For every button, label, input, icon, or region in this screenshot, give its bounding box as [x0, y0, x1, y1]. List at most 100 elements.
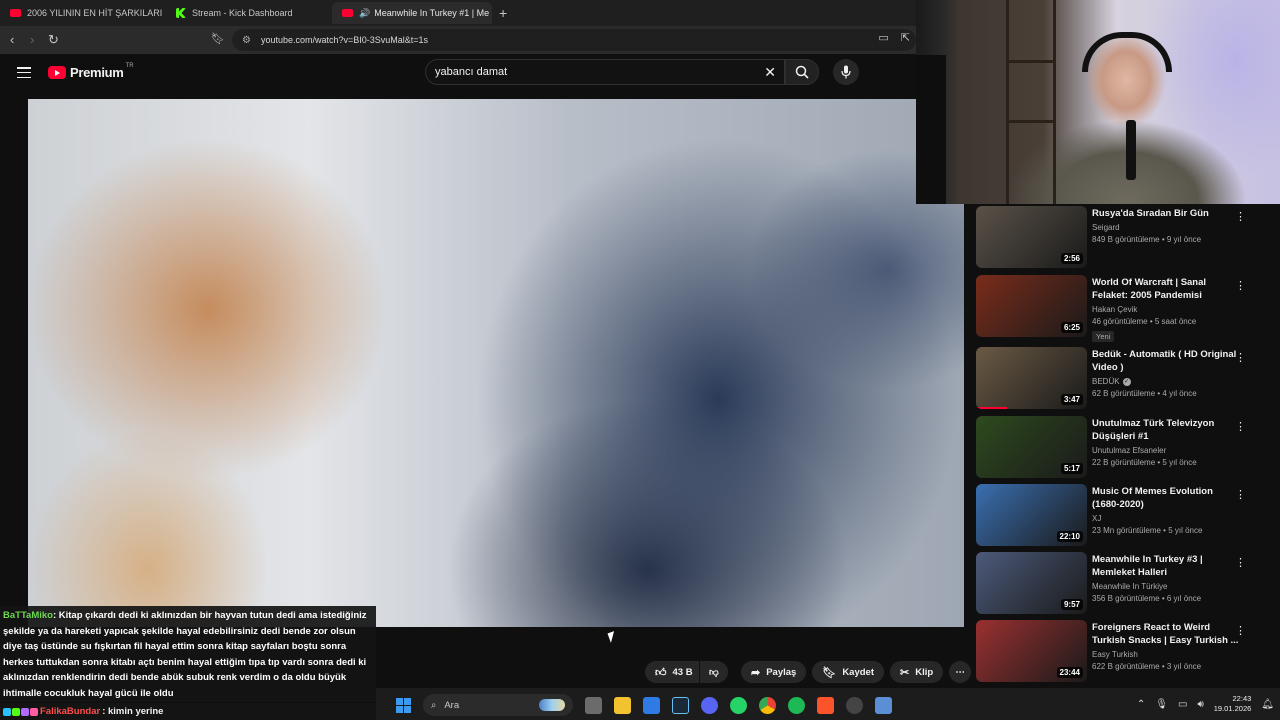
bookshelf: [1006, 0, 1056, 204]
reload-icon[interactable]: ↻: [48, 32, 59, 48]
recommendation-item[interactable]: 22:10 Music Of Memes Evolution (1680-202…: [976, 484, 1266, 548]
clock[interactable]: 22:43 19.01.2026: [1214, 694, 1252, 714]
clip-label: Klip: [915, 666, 934, 678]
store-icon[interactable]: [643, 696, 660, 714]
video-meta: 356 B görüntüleme • 6 yıl önce: [1092, 594, 1202, 603]
youtube-premium-logo[interactable]: Premium TR: [48, 62, 134, 80]
headset: [1082, 32, 1172, 72]
video-title[interactable]: World Of Warcraft | Sanal Felaket: 2005 …: [1092, 276, 1242, 302]
channel-name[interactable]: Easy Turkish: [1092, 650, 1242, 659]
video-meta: 849 B görüntüleme • 9 yıl önce: [1092, 235, 1202, 244]
video-meta: 622 B görüntüleme • 3 yıl önce: [1092, 662, 1202, 671]
menu-icon[interactable]: [17, 67, 31, 78]
url-text: youtube.com/watch?v=BI0-3SvuMal&t=1s: [260, 35, 429, 45]
more-vert-icon[interactable]: ⋮: [1235, 279, 1246, 292]
mouse-cursor: [607, 631, 618, 643]
video-title[interactable]: Foreigners React to Weird Turkish Snacks…: [1092, 621, 1242, 647]
region-code: TR: [125, 62, 134, 69]
notification-icon[interactable]: 🔔︎: [1261, 699, 1274, 710]
brave-icon[interactable]: [817, 696, 834, 714]
clip-button[interactable]: ✂ Klip: [890, 661, 944, 683]
channel-name[interactable]: Hakan Çevik: [1092, 305, 1242, 314]
obs-icon[interactable]: [846, 696, 863, 714]
new-tab-icon[interactable]: +: [499, 5, 507, 21]
video-thumbnail[interactable]: 5:17: [976, 416, 1087, 478]
microphone-arm: [1126, 120, 1136, 180]
start-menu-icon[interactable]: [396, 697, 411, 713]
spotify-icon[interactable]: [788, 696, 805, 714]
recommendation-item[interactable]: 9:57 Meanwhile In Turkey #3 | Memleket H…: [976, 552, 1266, 616]
video-thumbnail[interactable]: 3:47: [976, 347, 1087, 409]
microphone-icon[interactable]: 🎙︎: [1155, 699, 1168, 710]
video-title[interactable]: Bedük - Automatik ( HD Original Video ): [1092, 348, 1242, 374]
voice-search-button[interactable]: [833, 59, 859, 85]
discord-icon[interactable]: [701, 696, 718, 714]
recommendation-item[interactable]: 6:25 World Of Warcraft | Sanal Felaket: …: [976, 275, 1266, 342]
search-input[interactable]: yabancı damat ✕: [425, 59, 785, 85]
chevron-up-icon[interactable]: ⌃: [1137, 699, 1145, 710]
taskbar-search-placeholder: Ara: [444, 699, 460, 711]
video-duration: 23:44: [1056, 667, 1083, 678]
taskbar-search[interactable]: ⌕ Ara: [423, 694, 573, 716]
recommendation-item[interactable]: 3:47 Bedük - Automatik ( HD Original Vid…: [976, 347, 1266, 411]
more-vert-icon[interactable]: ⋮: [1235, 351, 1246, 364]
tab-3-active[interactable]: 🔊 Meanwhile In Turkey #1 | Me ✕: [332, 2, 492, 24]
video-thumbnail[interactable]: 22:10: [976, 484, 1087, 546]
clock-date: 19.01.2026: [1213, 704, 1252, 713]
recommendation-item[interactable]: 23:44 Foreigners React to Weird Turkish …: [976, 620, 1266, 684]
bookmark-icon[interactable]: 🔖︎: [211, 32, 225, 45]
more-vert-icon[interactable]: ⋮: [1235, 420, 1246, 433]
forward-icon[interactable]: ›: [30, 32, 34, 47]
more-vert-icon[interactable]: ⋮: [1235, 556, 1246, 569]
video-title[interactable]: Rusya'da Sıradan Bir Gün: [1092, 207, 1242, 220]
video-thumbnail[interactable]: 6:25: [976, 275, 1087, 337]
video-thumbnail[interactable]: 2:56: [976, 206, 1087, 268]
recommendation-item[interactable]: 2:56 Rusya'da Sıradan Bir Gün Seigard 84…: [976, 206, 1266, 270]
video-title[interactable]: Unutulmaz Türk Televizyon Düşüşleri #1: [1092, 417, 1242, 443]
webcam-feed: [916, 0, 1280, 204]
video-player[interactable]: [28, 99, 964, 627]
more-vert-icon[interactable]: ⋮: [1235, 210, 1246, 223]
search-icon: ⌕: [431, 699, 437, 711]
steam-icon[interactable]: [672, 696, 689, 714]
more-actions-button[interactable]: ⋯: [949, 661, 972, 683]
channel-name[interactable]: Seigard: [1092, 223, 1242, 232]
share-page-icon[interactable]: ⇱: [901, 31, 910, 44]
cast-icon[interactable]: ▭: [878, 31, 888, 44]
more-vert-icon[interactable]: ⋮: [1235, 488, 1246, 501]
channel-name[interactable]: Meanwhile In Türkiye: [1092, 582, 1242, 591]
search-button[interactable]: [785, 59, 819, 85]
stream-chat-message-2: FalikaBundar : kimin yerine: [0, 703, 376, 720]
video-thumbnail[interactable]: 23:44: [976, 620, 1087, 682]
video-title[interactable]: Meanwhile In Turkey #3 | Memleket Haller…: [1092, 553, 1242, 579]
tab-2[interactable]: Stream - Kick Dashboard: [166, 2, 332, 24]
volume-icon[interactable]: 🔊︎: [1197, 699, 1203, 710]
tab-1[interactable]: 2006 YILININ EN HİT ŞARKILARI - Yo: [0, 2, 165, 24]
chrome-icon[interactable]: [759, 696, 776, 714]
file-explorer-icon[interactable]: [614, 696, 631, 714]
channel-name[interactable]: BEDÜK ✓: [1092, 377, 1242, 386]
dislike-wrap: 👎︎: [700, 661, 728, 683]
save-button[interactable]: 🔖︎ Kaydet: [812, 661, 884, 683]
chat-username: FalikaBundar: [40, 706, 101, 717]
video-title[interactable]: Music Of Memes Evolution (1680-2020): [1092, 485, 1242, 511]
task-view-icon[interactable]: [585, 696, 602, 714]
chat-text: : kimin yerine: [102, 706, 164, 717]
close-tab-icon[interactable]: ✕: [489, 7, 492, 20]
dislike-button[interactable]: 👎︎: [700, 661, 728, 683]
share-button[interactable]: ➦ Paylaş: [741, 661, 807, 683]
video-thumbnail[interactable]: 9:57: [976, 552, 1087, 614]
back-icon[interactable]: ‹: [10, 32, 14, 47]
recommendation-item[interactable]: 5:17 Unutulmaz Türk Televizyon Düşüşleri…: [976, 416, 1266, 480]
browser-tab-bar: 2006 YILININ EN HİT ŞARKILARI - Yo Strea…: [0, 0, 916, 26]
whatsapp-icon[interactable]: [730, 696, 747, 714]
monitor-icon[interactable]: ▭: [1178, 699, 1187, 710]
channel-name[interactable]: XJ: [1092, 514, 1242, 523]
clear-search-icon[interactable]: ✕: [764, 64, 776, 81]
app-icon[interactable]: [875, 696, 892, 714]
site-info-icon[interactable]: ⚙: [242, 35, 251, 46]
channel-name[interactable]: Unutulmaz Efsaneler: [1092, 446, 1242, 455]
url-field[interactable]: ⚙ youtube.com/watch?v=BI0-3SvuMal&t=1s: [232, 29, 916, 51]
more-vert-icon[interactable]: ⋮: [1235, 624, 1246, 637]
like-button[interactable]: 👍︎ 43 B: [645, 661, 699, 683]
